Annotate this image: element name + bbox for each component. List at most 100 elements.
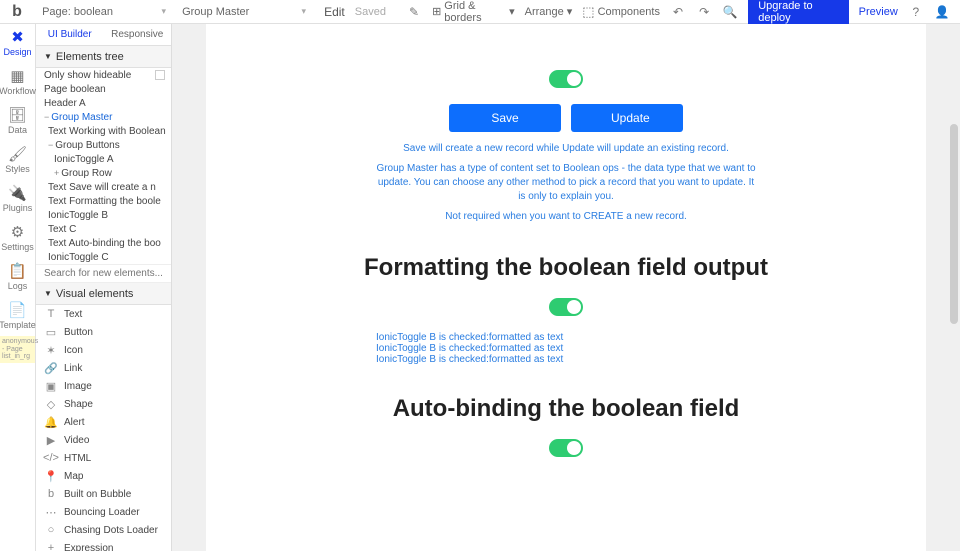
html-icon: </> <box>44 452 58 464</box>
format-line-3: IonicToggle B is checked:formatted as te… <box>376 354 866 365</box>
components-menu[interactable]: ⬚ Components <box>582 4 660 20</box>
visual-element-item[interactable]: </>HTML <box>36 449 171 467</box>
page-selector[interactable]: Page: boolean ▾ <box>34 6 174 18</box>
redo-icon[interactable]: ↷ <box>696 3 712 21</box>
visual-elements-list: ◀ TText▭Button✶Icon🔗Link▣Image◇Shape🔔Ale… <box>36 305 171 551</box>
main-area: ✖Design ▦Workflow 🗄Data 🖌Styles 🔌Plugins… <box>0 24 960 551</box>
search-input[interactable] <box>36 264 171 283</box>
video-icon: ▶ <box>44 434 58 447</box>
button-icon: ▭ <box>44 326 58 339</box>
visual-element-item[interactable]: ○Chasing Dots Loader <box>36 521 171 539</box>
rail-logs[interactable]: 📋Logs <box>0 258 35 297</box>
page-selector-label: Page: boolean <box>42 6 113 18</box>
shape-icon: ◇ <box>44 398 58 411</box>
tree-item[interactable]: Text C <box>36 222 171 236</box>
chevron-down-icon: ▾ <box>162 6 167 17</box>
only-show-hideable[interactable]: Only show hideable <box>36 68 171 82</box>
rail-workflow[interactable]: ▦Workflow <box>0 63 35 102</box>
rail-design[interactable]: ✖Design <box>0 24 35 63</box>
checkbox-icon[interactable] <box>155 70 165 80</box>
user-icon[interactable]: 👤 <box>934 3 950 21</box>
edit-menu[interactable]: Edit <box>324 5 345 19</box>
left-rail: ✖Design ▦Workflow 🗄Data 🖌Styles 🔌Plugins… <box>0 24 36 551</box>
visual-element-item[interactable]: ▶Video <box>36 431 171 449</box>
element-selector[interactable]: Group Master ▾ <box>174 6 314 18</box>
tree-item[interactable]: IonicToggle B <box>36 208 171 222</box>
rail-plugins[interactable]: 🔌Plugins <box>0 180 35 219</box>
map-icon: 📍 <box>44 470 58 483</box>
tree-item[interactable]: Text Save will create a n <box>36 180 171 194</box>
image-icon: ▣ <box>44 380 58 393</box>
arrange-menu[interactable]: Arrange ▾ <box>525 5 573 18</box>
grid-borders-menu[interactable]: ⊞ Grid & borders ▾ <box>432 0 515 24</box>
hint-text-2: Group Master has a type of content set t… <box>376 162 756 204</box>
visual-element-item[interactable]: 📍Map <box>36 467 171 485</box>
tree-item[interactable]: IonicToggle A <box>36 152 171 166</box>
visual-element-item[interactable]: ▭Button <box>36 323 171 341</box>
chevron-down-icon: ▼ <box>44 289 52 298</box>
canvas[interactable]: Save Update Save will create a new recor… <box>172 24 960 551</box>
visual-element-item[interactable]: ⋯Bouncing Loader <box>36 503 171 521</box>
expression-icon: + <box>44 542 58 551</box>
update-button[interactable]: Update <box>571 104 683 132</box>
tab-responsive[interactable]: Responsive <box>104 24 172 45</box>
left-panel: UI Builder Responsive ▼ Elements tree On… <box>36 24 172 551</box>
visual-element-item[interactable]: 🔔Alert <box>36 413 171 431</box>
link-icon: 🔗 <box>44 362 58 375</box>
tree-item[interactable]: Header A <box>36 96 171 110</box>
alert-icon: 🔔 <box>44 416 58 429</box>
visual-elements-header[interactable]: ▼ Visual elements <box>36 283 171 305</box>
search-icon[interactable]: 🔍 <box>722 3 738 21</box>
tree-item[interactable]: Page boolean <box>36 82 171 96</box>
elements-tree: Only show hideable Page booleanHeader A−… <box>36 68 171 264</box>
top-toolbar: b Page: boolean ▾ Group Master ▾ Edit Sa… <box>0 0 960 24</box>
visual-element-item[interactable]: 🔗Link <box>36 359 171 377</box>
rail-styles[interactable]: 🖌Styles <box>0 141 35 180</box>
visual-element-item[interactable]: ◇Shape <box>36 395 171 413</box>
text-icon: T <box>44 308 58 320</box>
visual-element-item[interactable]: ✶Icon <box>36 341 171 359</box>
visual-element-item[interactable]: bBuilt on Bubble <box>36 485 171 503</box>
chevron-down-icon: ▼ <box>44 52 52 61</box>
icon-icon: ✶ <box>44 344 58 357</box>
visual-element-item[interactable]: ▣Image <box>36 377 171 395</box>
preview-link[interactable]: Preview <box>859 6 898 18</box>
format-line-1: IonicToggle B is checked:formatted as te… <box>376 332 866 343</box>
toggle-a[interactable] <box>549 70 583 88</box>
section-title-formatting: Formatting the boolean field output <box>266 254 866 282</box>
chasing-dots-loader-icon: ○ <box>44 524 58 536</box>
undo-icon[interactable]: ↶ <box>670 3 686 21</box>
panel-handle-icon[interactable]: ◀ <box>164 305 171 306</box>
bouncing-loader-icon: ⋯ <box>44 506 58 519</box>
canvas-scrollbar[interactable] <box>950 24 958 551</box>
toggle-c[interactable] <box>549 439 583 457</box>
rail-template[interactable]: 📄Template <box>0 297 35 336</box>
rail-settings[interactable]: ⚙Settings <box>0 219 35 258</box>
tree-item[interactable]: −Group Master <box>36 110 171 124</box>
tree-item[interactable]: −Group Buttons <box>36 138 171 152</box>
page-preview: Save Update Save will create a new recor… <box>206 24 926 551</box>
eyedropper-icon[interactable]: ✎ <box>406 3 422 21</box>
tab-ui-builder[interactable]: UI Builder <box>36 24 104 45</box>
tree-item[interactable]: Text Working with Boolean <box>36 124 171 138</box>
chevron-down-icon: ▾ <box>302 6 307 17</box>
rail-data[interactable]: 🗄Data <box>0 102 35 141</box>
help-icon[interactable]: ? <box>908 3 924 21</box>
element-selector-label: Group Master <box>182 6 249 18</box>
section-title-autobind: Auto-binding the boolean field <box>266 395 866 423</box>
rail-note: anonymous - Page list_in_rg <box>0 336 35 363</box>
bubble-logo[interactable]: b <box>0 3 34 21</box>
visual-element-item[interactable]: +Expression <box>36 539 171 551</box>
visual-element-item[interactable]: TText <box>36 305 171 323</box>
tree-item[interactable]: IonicToggle C <box>36 250 171 264</box>
tree-item[interactable]: Text Auto-binding the boo <box>36 236 171 250</box>
hint-text-1: Save will create a new record while Upda… <box>376 142 756 156</box>
save-status: Saved <box>355 6 386 18</box>
tree-item[interactable]: +Group Row <box>36 166 171 180</box>
elements-tree-header[interactable]: ▼ Elements tree <box>36 46 171 68</box>
hint-text-3: Not required when you want to CREATE a n… <box>376 210 756 224</box>
save-button[interactable]: Save <box>449 104 561 132</box>
format-line-2: IonicToggle B is checked:formatted as te… <box>376 343 866 354</box>
toggle-b[interactable] <box>549 298 583 316</box>
tree-item[interactable]: Text Formatting the boole <box>36 194 171 208</box>
